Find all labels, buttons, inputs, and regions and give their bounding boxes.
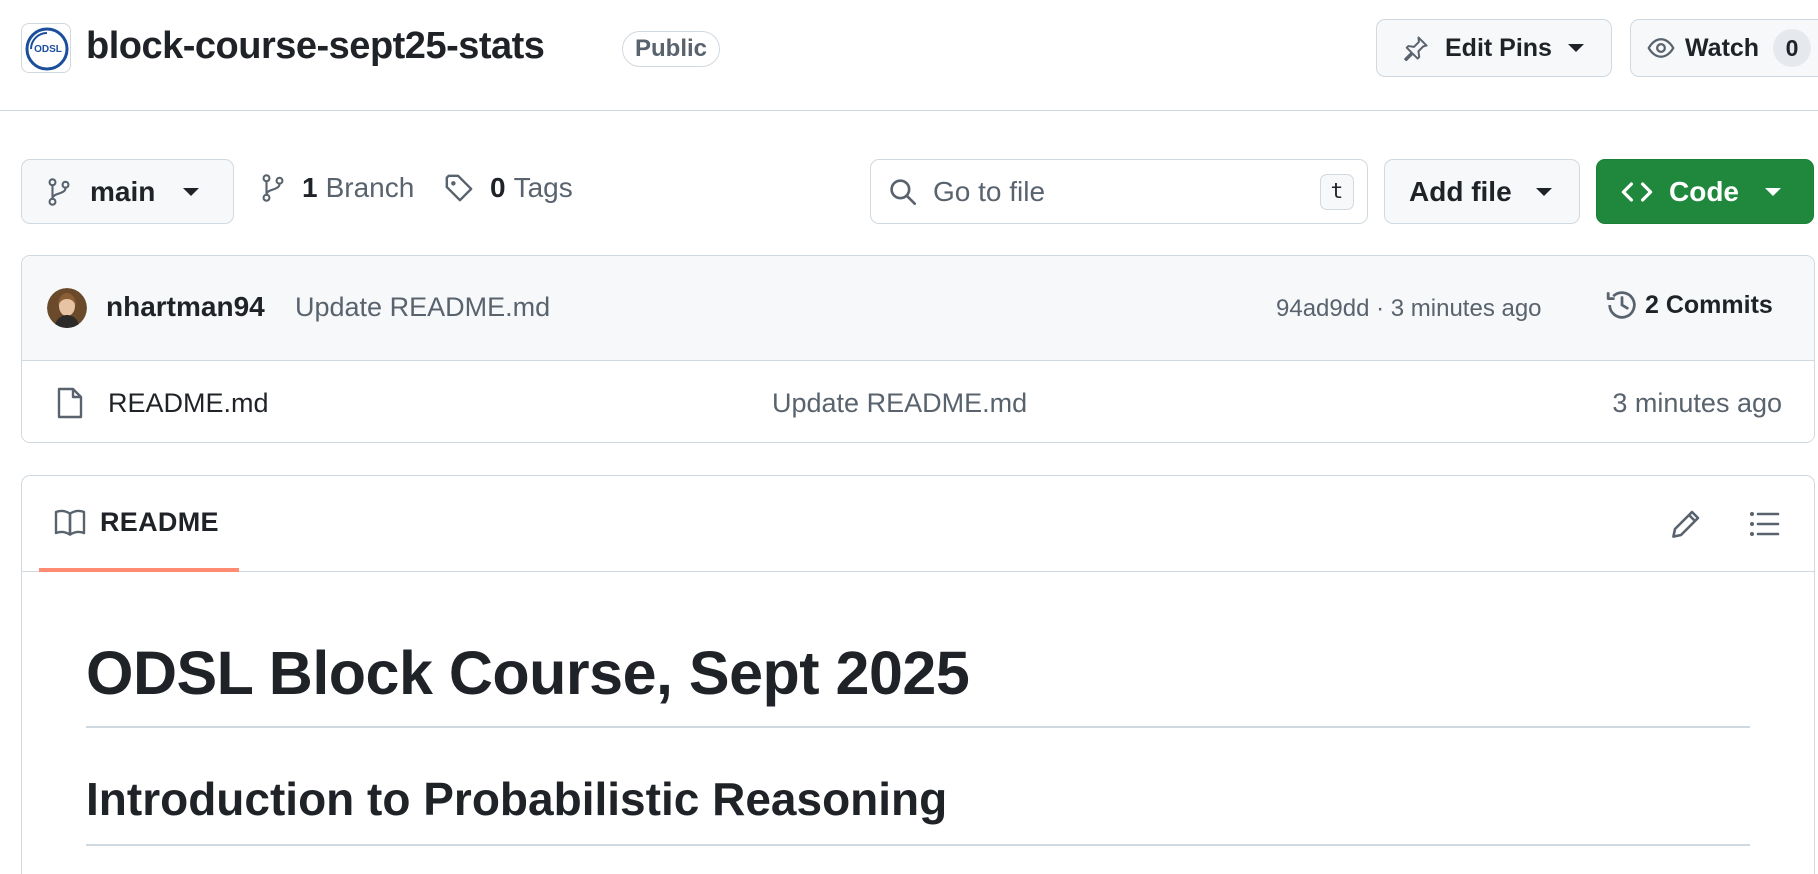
visibility-badge: Public (622, 31, 721, 67)
chevron-down-icon (1765, 187, 1781, 196)
code-label: Code (1669, 175, 1739, 207)
svg-text:ODSL: ODSL (34, 44, 62, 55)
odsl-logo-icon: ODSL (25, 27, 69, 71)
watch-button[interactable]: Watch 0 (1630, 19, 1818, 77)
git-branch-icon (262, 174, 284, 202)
readme-heading-1: ODSL Block Course, Sept 2025 (86, 638, 1750, 728)
branch-selector[interactable]: main (21, 159, 234, 224)
list-unordered-icon[interactable] (1748, 508, 1780, 540)
code-button[interactable]: Code (1596, 159, 1814, 224)
code-icon (1621, 181, 1653, 202)
history-icon (1606, 291, 1636, 319)
tags-link[interactable]: 0 Tags (444, 172, 573, 204)
git-branch-icon (48, 177, 70, 206)
edit-pins-button[interactable]: Edit Pins (1376, 19, 1612, 77)
file-age: 3 minutes ago (1612, 388, 1782, 418)
watch-label: Watch (1685, 33, 1760, 62)
search-icon (890, 178, 917, 205)
readme-header: README (22, 476, 1814, 572)
readme-panel: README ODSL Block Course, Sept 2025 Intr… (21, 475, 1815, 874)
search-input[interactable] (933, 175, 1293, 208)
pencil-icon[interactable] (1670, 508, 1702, 540)
chevron-down-icon (1535, 187, 1552, 196)
org-avatar[interactable]: ODSL (21, 23, 71, 73)
file-commit-message[interactable]: Update README.md (772, 388, 1027, 419)
add-file-label: Add file (1409, 175, 1512, 207)
repo-header: ODSL block-course-sept25-stats Public Ed… (0, 0, 1818, 111)
tab-readme[interactable]: README (39, 476, 239, 572)
file-name[interactable]: README.md (108, 388, 269, 419)
add-file-button[interactable]: Add file (1384, 159, 1580, 224)
repo-name[interactable]: block-course-sept25-stats (86, 25, 545, 68)
chevron-down-icon (183, 187, 200, 196)
go-to-file-search[interactable]: t (870, 159, 1368, 224)
branch-name: main (90, 175, 156, 207)
pin-icon (1404, 36, 1428, 61)
branches-link[interactable]: 1 Branch (260, 172, 414, 204)
readme-tab-label: README (100, 506, 219, 537)
file-icon (57, 387, 83, 419)
tag-count-label: Tags (513, 172, 573, 203)
tag-count: 0 (490, 172, 506, 203)
book-icon (54, 509, 86, 536)
commit-author[interactable]: nhartman94 (106, 291, 265, 323)
keyboard-shortcut-hint: t (1320, 174, 1354, 210)
branch-count: 1 (302, 172, 318, 203)
watch-count: 0 (1773, 29, 1812, 67)
branch-count-label: Branch (325, 172, 415, 203)
commit-message[interactable]: Update README.md (295, 292, 550, 323)
user-avatar-icon (47, 288, 87, 328)
eye-icon (1647, 38, 1675, 58)
readme-content: ODSL Block Course, Sept 2025 Introductio… (22, 638, 1814, 846)
latest-commit-row: nhartman94 Update README.md 94ad9dd · 3 … (22, 256, 1814, 361)
edit-pins-label: Edit Pins (1445, 33, 1552, 62)
commits-count-label: 2 Commits (1645, 290, 1773, 319)
file-table: nhartman94 Update README.md 94ad9dd · 3 … (21, 255, 1815, 443)
file-row[interactable]: README.md Update README.md 3 minutes ago (22, 361, 1814, 442)
commit-hash-and-time[interactable]: 94ad9dd · 3 minutes ago (1276, 295, 1542, 323)
avatar[interactable] (47, 288, 87, 328)
readme-heading-2: Introduction to Probabilistic Reasoning (86, 772, 1750, 846)
commits-history-link[interactable]: 2 Commits (1605, 288, 1773, 322)
tag-icon (445, 174, 473, 202)
chevron-down-icon (1567, 44, 1584, 52)
